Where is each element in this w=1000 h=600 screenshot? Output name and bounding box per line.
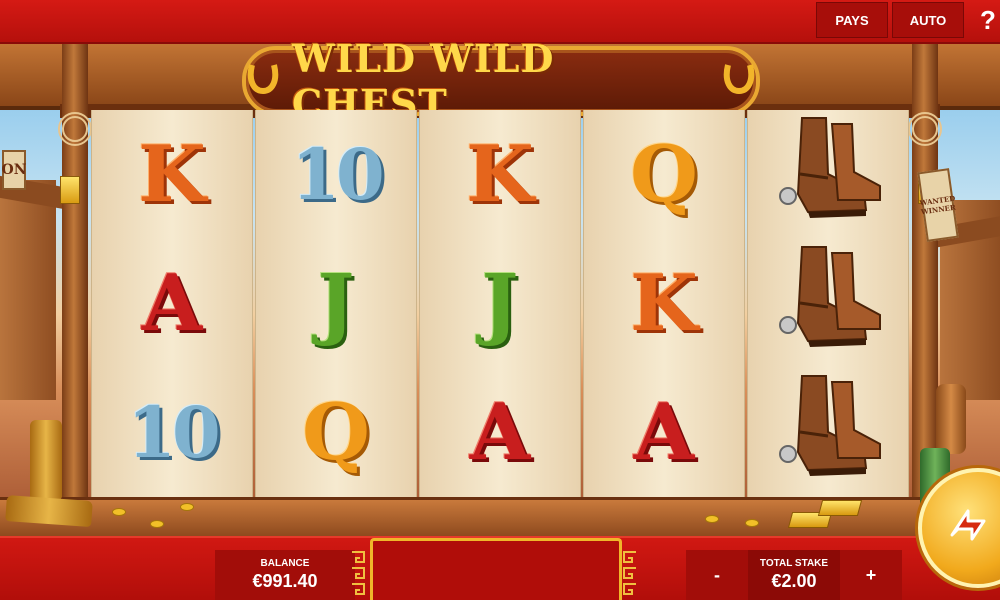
- whiskey-bottle: [30, 420, 62, 500]
- game-logo: WILD WILD CHEST: [242, 36, 760, 126]
- reel-cell: K: [420, 110, 580, 239]
- street-sign: ON: [2, 150, 27, 190]
- cowboy-boots-icon: [768, 372, 888, 494]
- reel-2: 10 J Q: [255, 110, 417, 497]
- reel-cell: K: [92, 110, 252, 239]
- gold-coin: [112, 508, 126, 516]
- reel-cell: K: [584, 239, 744, 368]
- symbol-a: A: [141, 257, 203, 349]
- help-button[interactable]: ?: [980, 2, 1000, 38]
- balance-display: BALANCE €991.40: [215, 550, 355, 600]
- balance-value: €991.40: [252, 571, 318, 591]
- reel-cell: [748, 239, 908, 368]
- reel-grid: K A 10 10 J Q K J A Q K A: [90, 110, 910, 497]
- symbol-k: K: [138, 128, 206, 220]
- reel-4: QKA: [583, 110, 745, 497]
- greek-key-ornament-right: [622, 548, 638, 598]
- symbol-j: J: [317, 257, 355, 349]
- symbol-a: A: [633, 386, 695, 478]
- symbol-q: Q: [302, 386, 370, 478]
- reel-cell: Q: [256, 368, 416, 497]
- bottom-bar: BALANCE €991.40 - TOTAL STAKE €2.00 +: [0, 536, 1000, 600]
- reel-cell: 10: [92, 368, 252, 497]
- gold-coin: [745, 519, 759, 527]
- reel-cell: A: [92, 239, 252, 368]
- saloon-building-left: [0, 180, 56, 400]
- pays-button[interactable]: PAYS: [816, 2, 888, 38]
- cowboy-boots-icon: [768, 243, 888, 365]
- gold-coin: [180, 503, 194, 511]
- gold-coin: [705, 515, 719, 523]
- symbol-k: K: [630, 257, 698, 349]
- total-stake-display: TOTAL STAKE €2.00: [748, 550, 840, 600]
- horseshoe-icon: [246, 61, 280, 101]
- greek-key-ornament-left: [350, 548, 366, 598]
- cowboy-boots-icon: [768, 114, 888, 236]
- rope-coil-left: [58, 112, 92, 146]
- reel-3: KJA: [419, 110, 581, 497]
- rope-coil-right: [908, 112, 942, 146]
- reel-cell: A: [420, 368, 580, 497]
- reel-cell: 10: [256, 110, 416, 239]
- balance-label: BALANCE: [260, 558, 310, 569]
- reel-cell: [748, 368, 908, 497]
- symbol-q: Q: [630, 128, 698, 220]
- stake-label: TOTAL STAKE: [759, 558, 829, 569]
- gold-bar: [817, 500, 863, 516]
- symbol-10: 10: [291, 132, 384, 216]
- horseshoe-icon: [722, 61, 756, 101]
- increase-stake-button[interactable]: +: [840, 550, 902, 600]
- auto-button[interactable]: AUTO: [892, 2, 964, 38]
- decrease-stake-button[interactable]: -: [686, 550, 748, 600]
- barrel: [936, 384, 966, 454]
- symbol-a: A: [469, 386, 531, 478]
- gold-coin: [150, 520, 164, 528]
- reel-cell: [748, 110, 908, 239]
- reel-cell: Q: [584, 110, 744, 239]
- spin-message-panel: [370, 538, 622, 600]
- symbol-j: J: [481, 257, 519, 349]
- reel-cell: A: [584, 368, 744, 497]
- reel-5: [747, 110, 909, 497]
- stake-value: €2.00: [771, 571, 817, 591]
- symbol-k: K: [466, 128, 534, 220]
- reel-1: K A 10: [91, 110, 253, 497]
- reel-cell: J: [256, 239, 416, 368]
- reel-cell: J: [420, 239, 580, 368]
- symbol-10: 10: [127, 390, 220, 474]
- spin-arrows-icon: [940, 497, 998, 559]
- gold-bracket-left: [60, 176, 80, 204]
